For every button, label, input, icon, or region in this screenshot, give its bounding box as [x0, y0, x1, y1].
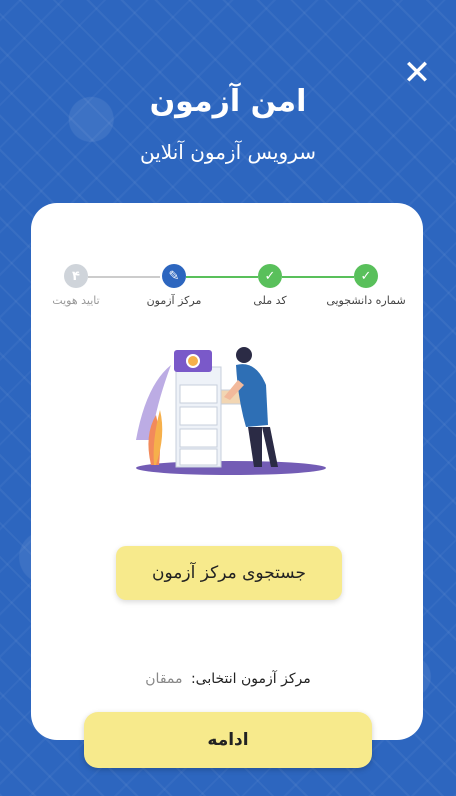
- step-identity-verification: ۴ تایید هویت: [36, 264, 116, 307]
- continue-button[interactable]: ادامه: [84, 712, 372, 768]
- step-label: کد ملی: [253, 294, 287, 307]
- step-label: شماره دانشجویی: [326, 294, 406, 307]
- selected-exam-center: مرکز آزمون انتخابی: ممقان: [60, 671, 396, 687]
- step-exam-center: ✎ مرکز آزمون: [134, 264, 214, 307]
- step-student-number: ✓ شماره دانشجویی: [326, 264, 406, 307]
- step-pending-icon: ۴: [64, 264, 88, 288]
- app-title: امن آزمون: [149, 84, 307, 119]
- filing-cabinet-illustration: [136, 347, 326, 475]
- step-label: تایید هویت: [52, 294, 100, 307]
- check-icon: ✓: [258, 264, 282, 288]
- selected-center-value: ممقان: [145, 671, 183, 687]
- app-subtitle: سرویس آزمون آنلاین: [139, 140, 317, 164]
- search-exam-center-button[interactable]: جستجوی مرکز آزمون: [116, 546, 342, 600]
- stepper: ۴ تایید هویت ✎ مرکز آزمون ✓ کد ملی ✓ شما…: [20, 264, 436, 314]
- pencil-icon: ✎: [162, 264, 186, 288]
- step-label: مرکز آزمون: [146, 294, 202, 307]
- selected-center-label: مرکز آزمون انتخابی:: [190, 671, 311, 687]
- check-icon: ✓: [354, 264, 378, 288]
- step-national-code: ✓ کد ملی: [230, 264, 310, 307]
